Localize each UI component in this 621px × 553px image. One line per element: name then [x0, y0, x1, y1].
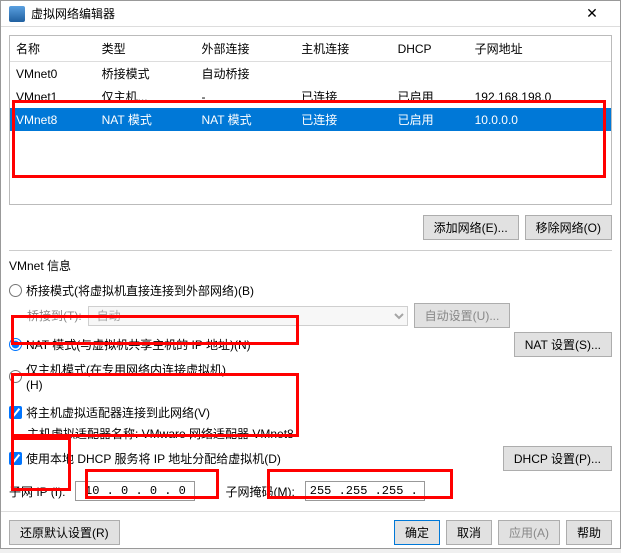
- window-title: 虚拟网络编辑器: [31, 5, 566, 22]
- col-type[interactable]: 类型: [96, 36, 196, 62]
- col-name[interactable]: 名称: [10, 36, 96, 62]
- dhcp-settings-button[interactable]: DHCP 设置(P)...: [503, 446, 612, 471]
- col-dhcp[interactable]: DHCP: [392, 36, 469, 62]
- subnet-ip-input[interactable]: [75, 481, 195, 501]
- apply-button: 应用(A): [498, 520, 560, 545]
- remove-network-button[interactable]: 移除网络(O): [525, 215, 612, 240]
- bridged-to-row: 桥接到(T): 自动 自动设置(U)...: [27, 301, 612, 330]
- cancel-button[interactable]: 取消: [446, 520, 492, 545]
- vmnet-info-title: VMnet 信息: [9, 257, 612, 274]
- auto-settings-button: 自动设置(U)...: [414, 303, 511, 328]
- restore-defaults-button[interactable]: 还原默认设置(R): [9, 520, 120, 545]
- app-icon: [9, 6, 25, 22]
- add-network-button[interactable]: 添加网络(E)...: [423, 215, 519, 240]
- table-row[interactable]: VMnet0 桥接模式 自动桥接: [10, 62, 611, 86]
- help-button[interactable]: 帮助: [566, 520, 612, 545]
- hostonly-radio[interactable]: [9, 370, 22, 383]
- hostonly-label[interactable]: 仅主机模式(在专用网络内连接虚拟机)(H): [26, 361, 226, 392]
- connect-host-row: 将主机虚拟适配器连接到此网络(V): [9, 402, 612, 423]
- use-dhcp-row: 使用本地 DHCP 服务将 IP 地址分配给虚拟机(D) DHCP 设置(P).…: [9, 444, 612, 473]
- col-host[interactable]: 主机连接: [295, 36, 391, 62]
- nat-label[interactable]: NAT 模式(与虚拟机共享主机的 IP 地址)(N): [26, 336, 251, 353]
- subnet-row: 子网 IP (I): 子网掩码(M):: [9, 479, 612, 503]
- nat-radio-row: NAT 模式(与虚拟机共享主机的 IP 地址)(N) NAT 设置(S)...: [9, 330, 612, 359]
- content-area: 名称 类型 外部连接 主机连接 DHCP 子网地址 VMnet0 桥接模式 自动…: [1, 27, 620, 511]
- close-button[interactable]: ✕: [572, 5, 612, 22]
- bridged-label[interactable]: 桥接模式(将虚拟机直接连接到外部网络)(B): [26, 282, 254, 299]
- col-external[interactable]: 外部连接: [195, 36, 295, 62]
- host-adapter-name: 主机虚拟适配器名称: VMware 网络适配器 VMnet8: [27, 425, 294, 442]
- bridged-to-label: 桥接到(T):: [27, 307, 82, 324]
- bridged-radio-row: 桥接模式(将虚拟机直接连接到外部网络)(B): [9, 280, 612, 301]
- virtual-network-editor-window: 虚拟网络编辑器 ✕ 名称 类型 外部连接 主机连接 DHCP 子网地址: [0, 0, 621, 549]
- nat-settings-button[interactable]: NAT 设置(S)...: [514, 332, 612, 357]
- use-dhcp-label[interactable]: 使用本地 DHCP 服务将 IP 地址分配给虚拟机(D): [26, 450, 281, 467]
- network-buttons-row: 添加网络(E)... 移除网络(O): [9, 211, 612, 244]
- connect-host-label[interactable]: 将主机虚拟适配器连接到此网络(V): [26, 404, 210, 421]
- connect-host-checkbox[interactable]: [9, 406, 22, 419]
- titlebar: 虚拟网络编辑器 ✕: [1, 1, 620, 27]
- bridged-radio[interactable]: [9, 284, 22, 297]
- vmnet-info-group: VMnet 信息 桥接模式(将虚拟机直接连接到外部网络)(B) 桥接到(T): …: [9, 250, 612, 503]
- col-subnet[interactable]: 子网地址: [469, 36, 611, 62]
- table-row[interactable]: VMnet1 仅主机... - 已连接 已启用 192.168.198.0: [10, 85, 611, 108]
- table-row-selected[interactable]: VMnet8 NAT 模式 NAT 模式 已连接 已启用 10.0.0.0: [10, 108, 611, 131]
- hostonly-radio-row: 仅主机模式(在专用网络内连接虚拟机)(H): [9, 359, 612, 394]
- subnet-ip-label: 子网 IP (I):: [9, 483, 65, 500]
- bridged-to-select: 自动: [88, 306, 408, 326]
- ok-button[interactable]: 确定: [394, 520, 440, 545]
- subnet-mask-label: 子网掩码(M):: [225, 483, 294, 500]
- subnet-mask-input[interactable]: [305, 481, 425, 501]
- network-table[interactable]: 名称 类型 外部连接 主机连接 DHCP 子网地址 VMnet0 桥接模式 自动…: [9, 35, 612, 205]
- nat-radio[interactable]: [9, 338, 22, 351]
- host-adapter-name-row: 主机虚拟适配器名称: VMware 网络适配器 VMnet8: [27, 423, 612, 444]
- use-dhcp-checkbox[interactable]: [9, 452, 22, 465]
- dialog-buttons: 还原默认设置(R) 确定 取消 应用(A) 帮助: [1, 511, 620, 553]
